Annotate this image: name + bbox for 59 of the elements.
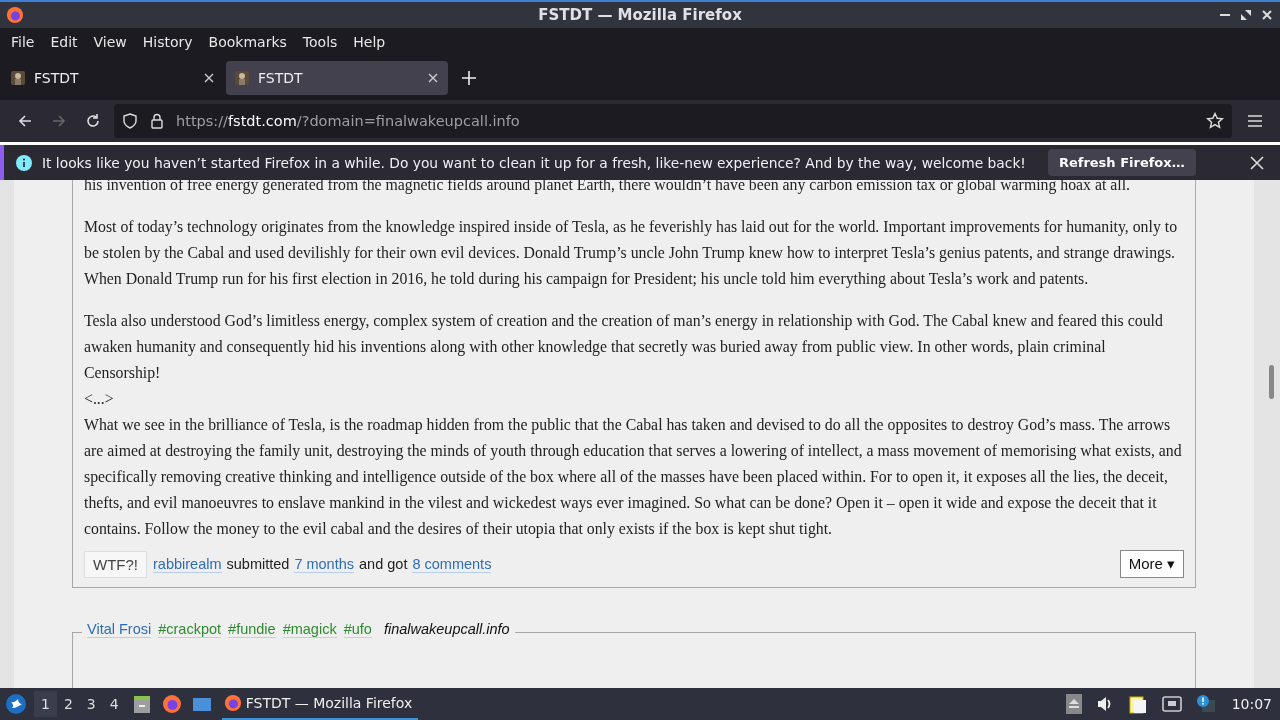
notification-icon[interactable]	[1195, 694, 1216, 714]
close-icon[interactable]	[1250, 155, 1264, 170]
domain-link[interactable]: finalwakeupcall.info	[383, 621, 510, 638]
meta-text: and got	[359, 556, 408, 572]
firefox-icon	[223, 694, 242, 712]
menu-item[interactable]: Tools	[294, 34, 346, 50]
menu-item[interactable]: View	[85, 34, 135, 50]
notification-message: It looks like you haven’t started Firefox in a while. Do you want to clean it up for a fresh, like-new experience? And by the way, welcome back!	[42, 154, 1026, 171]
browser-tab[interactable]: FSTDT	[226, 61, 448, 95]
menu-item[interactable]: Help	[345, 34, 394, 50]
menu-item[interactable]: History	[134, 34, 201, 50]
start-menu-icon[interactable]	[6, 694, 26, 714]
author-link[interactable]: rabbirealm	[153, 555, 222, 573]
post-text: Tesla also understood God’s limitless energy, complex system of creation and the creation of man’s energy in relationship with God. The Cabal knew and feared this could awaken humanity and consequently hid his inventions along with other knowledge that secretly was buried away from public view. In other words, plain criminal Censorship!	[84, 311, 1164, 384]
post-text: <...>	[84, 389, 115, 409]
vote-button[interactable]: WTF?!	[84, 550, 147, 578]
taskbar-window-button[interactable]: FSTDT — Mozilla Firefox	[221, 688, 419, 720]
window-title: FSTDT — Mozilla Firefox	[538, 6, 742, 24]
shield-icon[interactable]	[122, 113, 138, 129]
close-icon[interactable]	[1262, 10, 1272, 20]
tag-link[interactable]: #fundie	[228, 621, 276, 638]
post-text: What we see in the brilliance of Tesla, is the roadmap hidden from the public that the Cabal has taken and devised to do all the opposites to destroy God’s mass. The arrows are aimed at destroying the family unit, destroying the minds of youth through education that serves a lowering of intellect, a mass movement of memorising what exists, and specifically removing creative thinking and intelligence outside of the box where all of the masses have been placed within. For to open it, it exposes all the lies, the deceit, thefts, and evil manoeuvres to enslave mankind in the vilest and wickedest ways ever imagined. So what can be done? Open it – open it wide and expose the deceit that it contains. Follow the money to the evil cabal and the desires of their utopia that only exists if the box is kept shut tight.	[84, 415, 1183, 540]
tag-link[interactable]: #magick	[282, 621, 337, 638]
bookmark-star-icon[interactable]	[1206, 112, 1224, 130]
refresh-firefox-button[interactable]: Refresh Firefox…	[1047, 149, 1196, 176]
site-icon	[10, 70, 26, 86]
menu-item[interactable]: Edit	[42, 34, 86, 50]
lock-icon[interactable]	[150, 113, 164, 129]
meta-text: submitted	[226, 556, 290, 572]
workspace-button[interactable]: 3	[79, 691, 103, 717]
workspace-button[interactable]: 1	[34, 691, 57, 717]
tag-link[interactable]: #ufo	[343, 621, 372, 638]
maximize-icon[interactable]	[1241, 10, 1251, 20]
clock: 10:07	[1231, 696, 1272, 712]
close-icon[interactable]	[428, 73, 438, 83]
site-icon	[234, 70, 250, 86]
file-cabinet-icon[interactable]	[131, 694, 152, 714]
menu-item[interactable]: Bookmarks	[200, 34, 295, 50]
post-text: Most of today’s technology originates from the knowledge inspired inside of Tesla, as he feverishly has laid out for the world. Important improvements for humanity, only to be stolen by the Cabal and used devilishly for their own evil devices. Donald Trump’s uncle John Trump knew how to interpret Tesla’s genius patents, and strange drawings. When Donald Trump run for his first election in 2016, he told during his campaign for President; his uncle told him everything about Tesla’s work and patents.	[84, 217, 1179, 290]
firefox-icon[interactable]	[161, 694, 182, 714]
more-button[interactable]: More ▾	[1119, 550, 1184, 578]
author-link[interactable]: Vital Frosi	[87, 621, 152, 638]
workspace-button[interactable]: 4	[102, 691, 126, 717]
url-text: https://fstdt.com/?domain=finalwakeupcall.info	[176, 113, 521, 129]
clipboard-icon[interactable]	[1127, 694, 1148, 714]
comments-link[interactable]: 8 comments	[412, 555, 492, 573]
info-icon	[16, 154, 32, 171]
age-link[interactable]: 7 months	[294, 555, 355, 573]
close-icon[interactable]	[204, 73, 214, 83]
firefox-logo-icon	[6, 6, 24, 24]
new-tab-icon[interactable]	[462, 71, 476, 85]
scrollbar-thumb[interactable]	[1269, 365, 1274, 399]
eject-icon[interactable]	[1065, 694, 1082, 714]
network-icon[interactable]	[1161, 695, 1182, 713]
menu-item[interactable]: File	[3, 34, 43, 50]
workspace-button[interactable]: 2	[56, 691, 80, 717]
browser-tab[interactable]: FSTDT	[2, 61, 224, 95]
address-bar[interactable]: https://fstdt.com/?domain=finalwakeupcall.info	[114, 104, 1232, 138]
tag-link[interactable]: #crackpot	[158, 621, 222, 638]
